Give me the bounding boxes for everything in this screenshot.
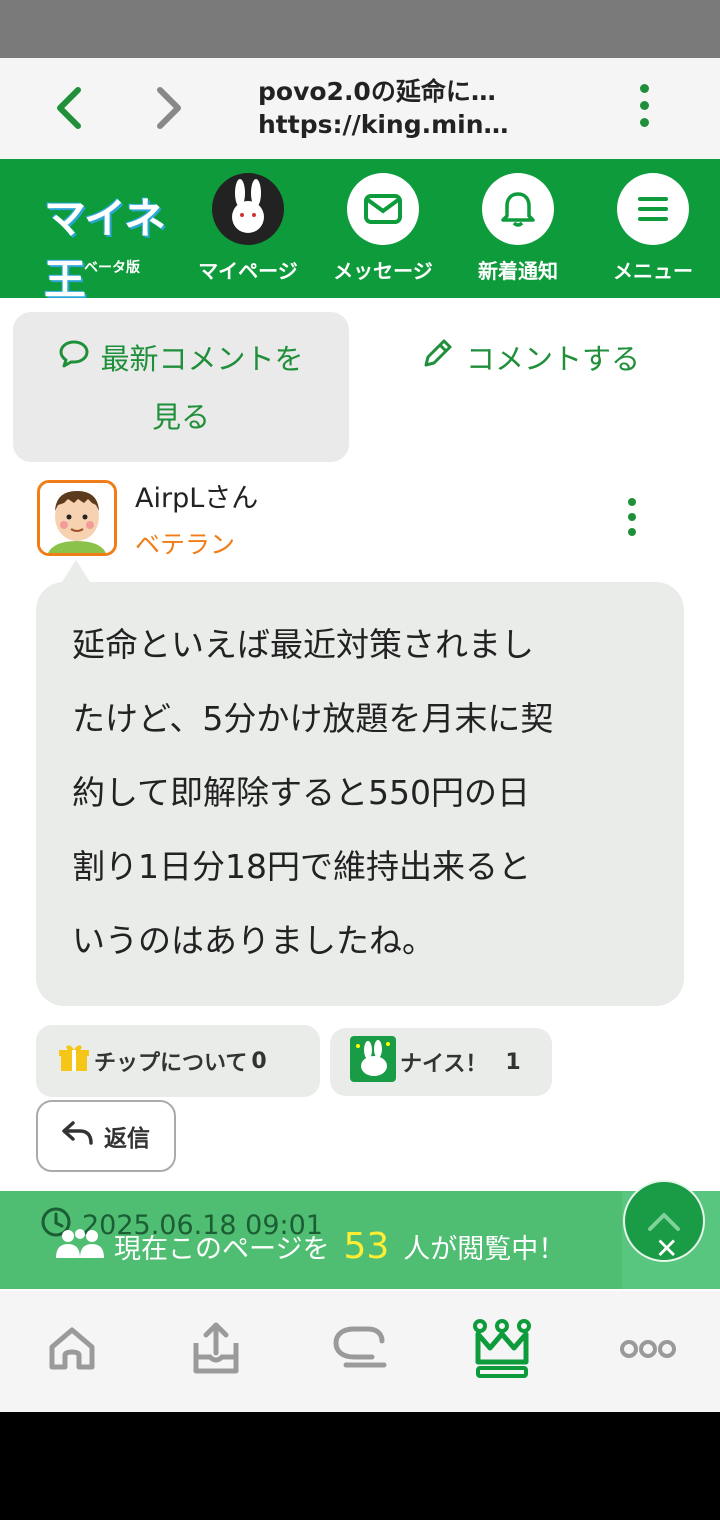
- message-button[interactable]: メッセージ: [323, 173, 443, 284]
- viewer-suffix: 人が閲覧中！: [403, 1234, 566, 1265]
- write-comment-button[interactable]: コメントする: [420, 336, 640, 378]
- message-label: メッセージ: [333, 259, 433, 283]
- viewer-count-text: 現在このページを 53 人が閲覧中！: [54, 1226, 565, 1267]
- page-url[interactable]: https://king.min…: [258, 110, 509, 139]
- bubble-tail: [62, 560, 90, 582]
- home-icon[interactable]: [36, 1313, 108, 1385]
- latest-comments-label-1: 最新コメントを: [100, 342, 304, 376]
- nice-button[interactable]: ナイス！ 1: [330, 1028, 552, 1096]
- hamburger-icon: [617, 173, 689, 245]
- system-nav-area: [0, 1412, 720, 1520]
- chevron-up-icon: [648, 1213, 680, 1231]
- crown-icon[interactable]: [466, 1313, 538, 1385]
- mypage-label: マイページ: [198, 259, 298, 283]
- viewer-count: 53: [343, 1226, 390, 1267]
- gift-icon: [58, 1042, 90, 1080]
- user-rank: ベテラン: [135, 530, 236, 559]
- chat-icon[interactable]: [324, 1313, 396, 1385]
- speech-bubble-icon: [58, 330, 90, 388]
- menu-button[interactable]: メニュー: [593, 173, 713, 284]
- comment-line: いうのはありましたね。: [72, 921, 435, 960]
- browser-toolbar: povo2.0の延命に… https://king.min…: [0, 58, 720, 159]
- post-menu-icon[interactable]: [624, 498, 640, 538]
- tip-count: 0: [251, 1048, 267, 1074]
- main-content: 最新コメントを 見る コメントする AirpLさん ベテラン 延命といえば最近対…: [0, 298, 720, 1291]
- comment-line: 割り1日分18円で維持出来ると: [72, 847, 531, 886]
- viewer-prefix: 現在このページを: [114, 1234, 330, 1265]
- avatar-icon: [212, 173, 284, 245]
- reply-label: 返信: [104, 1126, 150, 1152]
- tip-button[interactable]: チップについて 0: [36, 1025, 320, 1097]
- bell-icon: [482, 173, 554, 245]
- upload-icon[interactable]: [180, 1313, 252, 1385]
- forward-arrow-icon[interactable]: [146, 82, 190, 134]
- back-arrow-icon[interactable]: [48, 82, 92, 134]
- menu-label: メニュー: [613, 259, 693, 283]
- write-comment-label: コメントする: [466, 342, 641, 376]
- status-bar: [0, 0, 720, 58]
- notification-label: 新着通知: [478, 259, 558, 283]
- reply-button[interactable]: 返信: [36, 1100, 176, 1172]
- mypage-button[interactable]: マイページ: [188, 173, 308, 284]
- bottom-navigation: [0, 1291, 720, 1412]
- user-name[interactable]: AirpLさん: [135, 476, 258, 515]
- latest-comments-label-2: 見る: [151, 400, 210, 434]
- nice-label: ナイス！: [400, 1052, 488, 1077]
- more-icon[interactable]: [612, 1313, 684, 1385]
- notification-button[interactable]: 新着通知: [458, 173, 578, 284]
- comment-line: たけど、5分かけ放題を月末に契: [72, 699, 554, 738]
- tip-label: チップについて: [94, 1051, 248, 1076]
- comment-line: 約して即解除すると550円の日: [72, 773, 530, 812]
- browser-menu-icon[interactable]: [626, 84, 662, 132]
- logo-text: マイネ王: [44, 194, 166, 304]
- comment-line: 延命といえば最近対策されまし: [72, 625, 534, 664]
- user-avatar[interactable]: [37, 480, 117, 556]
- mail-icon: [347, 173, 419, 245]
- nice-mascot-icon: [350, 1036, 396, 1088]
- reply-arrow-icon: [60, 1119, 94, 1153]
- pencil-icon: [420, 337, 454, 378]
- logo-sub: ベータ版: [84, 260, 140, 276]
- latest-comments-button[interactable]: 最新コメントを 見る: [13, 312, 349, 462]
- nice-count: 1: [505, 1049, 521, 1075]
- page-title[interactable]: povo2.0の延命に…: [258, 72, 496, 108]
- people-icon: [54, 1228, 106, 1265]
- close-icon[interactable]: ✕: [655, 1232, 678, 1265]
- comment-body: 延命といえば最近対策されまし たけど、5分かけ放題を月末に契 約して即解除すると…: [36, 582, 684, 1006]
- site-header: マイネ王 ベータ版 マイページ メッセージ 新着通知 メニュー: [0, 159, 720, 304]
